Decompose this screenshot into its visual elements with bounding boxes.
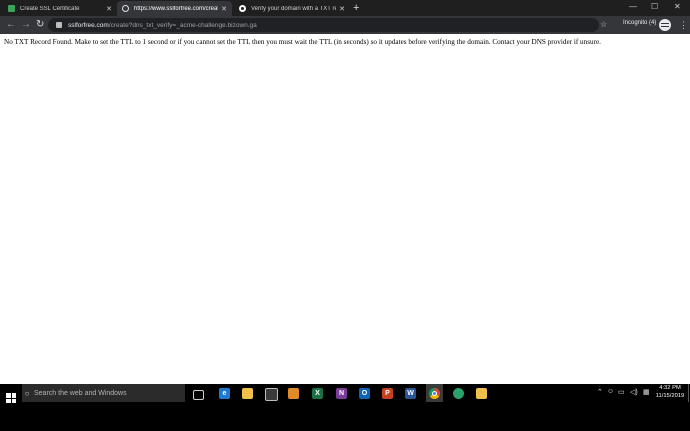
browser-toolbar: ← → ↻ sslforfree.com /create?dns_txt_ver… — [0, 16, 690, 34]
outlook-icon[interactable]: O — [359, 388, 370, 399]
tab-strip: Create SSL Certificate ✕ https://www.ssl… — [0, 0, 690, 16]
chevron-up-icon[interactable]: ⌃ — [597, 388, 603, 396]
new-tab-button[interactable]: + — [353, 2, 359, 14]
forward-button[interactable]: → — [21, 18, 31, 32]
tab-sslforfree[interactable]: https://www.sslforfree.com/create ✕ — [117, 1, 232, 16]
url-path: /create?dns_txt_verify=_acme-challenge.b… — [108, 21, 257, 29]
onenote-icon[interactable]: N — [336, 388, 347, 399]
task-view-icon[interactable] — [193, 390, 204, 400]
file-explorer-icon[interactable] — [242, 388, 253, 399]
taskbar-search[interactable]: ○ Search the web and Windows — [22, 384, 185, 402]
minimize-button[interactable]: — — [629, 1, 637, 13]
edge-icon[interactable]: e — [219, 388, 230, 399]
people-icon[interactable]: ☺ — [607, 388, 614, 395]
address-bar[interactable]: sslforfree.com /create?dns_txt_verify=_a… — [48, 18, 599, 32]
volume-icon[interactable]: ◁) — [630, 388, 638, 396]
reload-button[interactable]: ↻ — [36, 18, 44, 32]
search-icon: ○ — [24, 388, 30, 398]
bookmark-star-icon[interactable]: ☆ — [600, 19, 607, 31]
maximize-button[interactable]: ☐ — [651, 1, 658, 13]
lock-icon — [56, 22, 62, 28]
page-message: No TXT Record Found. Make to set the TTL… — [4, 38, 601, 46]
lock-icon — [8, 5, 15, 12]
google-icon — [239, 5, 246, 12]
close-icon[interactable]: ✕ — [339, 5, 345, 13]
tab-title: Create SSL Certificate — [20, 5, 80, 12]
incognito-icon[interactable] — [659, 19, 671, 31]
show-desktop-button[interactable] — [688, 384, 689, 402]
close-icon[interactable]: ✕ — [221, 5, 227, 13]
tab-verify-domain[interactable]: Verify your domain with a TXT re ✕ — [234, 1, 350, 16]
menu-icon[interactable]: ⋮ — [679, 19, 688, 31]
clock-time: 4:32 PM — [659, 385, 681, 391]
search-placeholder: Search the web and Windows — [34, 389, 127, 397]
taskbar-clock[interactable]: 4:32 PM 11/15/2019 — [651, 384, 689, 400]
close-icon[interactable]: ✕ — [106, 5, 112, 13]
incognito-label[interactable]: Incognito (4) — [623, 20, 656, 26]
close-window-button[interactable]: ✕ — [674, 1, 681, 13]
edge-new-icon[interactable] — [453, 388, 464, 399]
word-icon[interactable]: W — [405, 388, 416, 399]
taskbar: ○ Search the web and Windows e X N O P W… — [0, 384, 690, 431]
tab-title: Verify your domain with a TXT re — [251, 5, 337, 12]
tab-create-ssl[interactable]: Create SSL Certificate ✕ — [3, 1, 117, 16]
network-icon[interactable]: ▭ — [618, 388, 625, 396]
keyboard-icon[interactable]: ▦ — [643, 388, 650, 396]
url-host: sslforfree.com — [68, 21, 109, 29]
chrome-icon[interactable] — [426, 384, 443, 402]
store-icon[interactable] — [265, 388, 278, 401]
back-button[interactable]: ← — [6, 18, 16, 32]
folder-icon[interactable] — [476, 388, 487, 399]
globe-icon — [122, 5, 129, 12]
tab-title: https://www.sslforfree.com/create — [134, 5, 219, 12]
clock-date: 11/15/2019 — [655, 393, 685, 399]
app-icon[interactable] — [288, 388, 299, 399]
windows-start-button[interactable] — [6, 393, 16, 403]
powerpoint-icon[interactable]: P — [382, 388, 393, 399]
page-content: No TXT Record Found. Make to set the TTL… — [0, 34, 690, 384]
excel-icon[interactable]: X — [312, 388, 323, 399]
